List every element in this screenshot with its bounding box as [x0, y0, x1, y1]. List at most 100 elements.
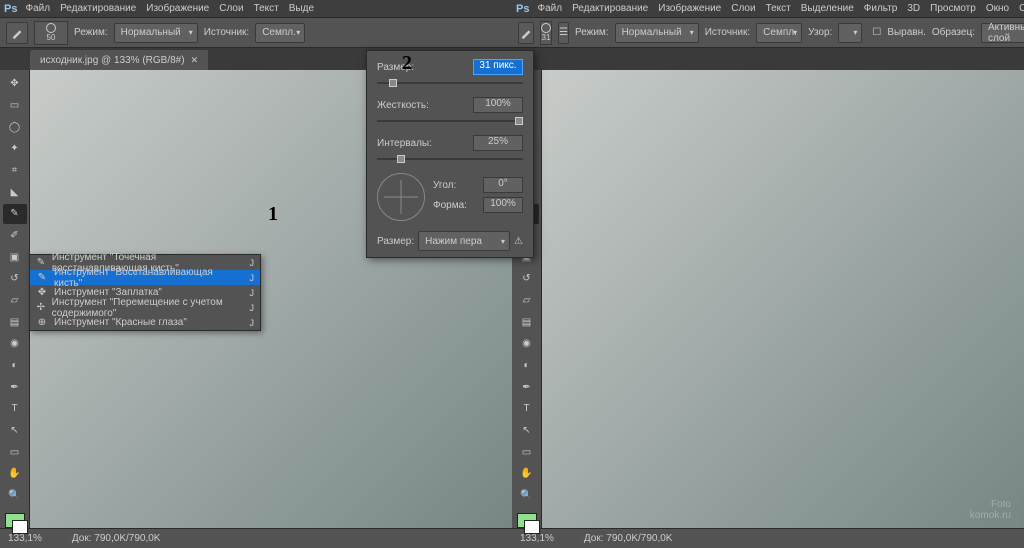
source-select[interactable]: Семпл.: [756, 23, 802, 43]
color-swatches[interactable]: [5, 513, 25, 528]
status-bar-right: 133,1% Док: 790,0K/790,0K: [512, 528, 1024, 548]
menu-image[interactable]: Изображение: [658, 3, 721, 14]
marquee-tool[interactable]: ▭: [3, 96, 27, 116]
path-tool[interactable]: ↖: [515, 421, 539, 441]
tab-title: исходник.jpg @ 133% (RGB/8#): [40, 55, 185, 66]
sample-label: Образец:: [932, 27, 975, 38]
hardness-slider[interactable]: [377, 117, 523, 125]
workspace-right: ✥ ▭ ◯ ✦ ⌗ ◣ ✎ ✐ ▣ ↺ ▱ ▤ ◉ ◐ ✒ T ↖ ▭ ✋ 🔍: [512, 70, 1024, 528]
angle-input[interactable]: 0°: [483, 177, 523, 193]
flyout-content-aware-move[interactable]: ✢Инструмент "Перемещение с учетом содерж…: [30, 300, 260, 315]
type-tool[interactable]: T: [515, 399, 539, 419]
eraser-tool[interactable]: ▱: [515, 291, 539, 311]
menubar-left: Ps Файл Редактирование Изображение Слои …: [0, 0, 512, 18]
tool-column: ✥ ▭ ◯ ✦ ⌗ ◣ ✎ ✐ ▣ ↺ ▱ ▤ ◉ ◐ ✒ T ↖ ▭ ✋ 🔍: [0, 70, 30, 528]
lasso-tool[interactable]: ◯: [3, 117, 27, 137]
options-bar-left: 50 Режим: Нормальный Источник: Семпл.: [0, 18, 512, 48]
size-input[interactable]: 31 пикс.: [473, 59, 523, 75]
menu-text[interactable]: Текст: [766, 3, 791, 14]
close-icon[interactable]: ✕: [191, 55, 199, 66]
menu-help[interactable]: Справка: [1019, 3, 1024, 14]
eraser-tool[interactable]: ▱: [3, 291, 27, 311]
menu-layers[interactable]: Слои: [731, 3, 755, 14]
move-tool[interactable]: ✥: [3, 74, 27, 94]
gradient-tool[interactable]: ▤: [515, 312, 539, 332]
type-tool[interactable]: T: [3, 399, 27, 419]
pen-tool[interactable]: ✒: [3, 377, 27, 397]
app-logo: Ps: [4, 3, 17, 15]
tool-preset-icon[interactable]: [518, 22, 534, 44]
pen-tool[interactable]: ✒: [515, 377, 539, 397]
healing-flyout: ✎Инструмент "Точечная восстанавливающая …: [29, 254, 261, 331]
menubar-right: Ps Файл Редактирование Изображение Слои …: [512, 0, 1024, 18]
dodge-tool[interactable]: ◐: [3, 356, 27, 376]
roundness-input[interactable]: 100%: [483, 197, 523, 213]
hardness-input[interactable]: 100%: [473, 97, 523, 113]
doc-info: Док: 790,0K/790,0K: [584, 533, 673, 544]
hand-tool[interactable]: ✋: [515, 464, 539, 484]
path-tool[interactable]: ↖: [3, 421, 27, 441]
zoom-tool[interactable]: 🔍: [515, 486, 539, 506]
canvas-right[interactable]: [542, 70, 1024, 528]
color-swatches[interactable]: [517, 513, 537, 528]
dodge-tool[interactable]: ◐: [515, 356, 539, 376]
source-select[interactable]: Семпл.: [255, 23, 305, 43]
options-bar-right: 31 ☰ Режим: Нормальный Источник: Семпл. …: [512, 18, 1024, 48]
menu-filter[interactable]: Фильтр: [864, 3, 898, 14]
sample-select[interactable]: Активный слой: [981, 23, 1024, 43]
zoom-tool[interactable]: 🔍: [3, 486, 27, 506]
mode-select[interactable]: Нормальный: [114, 23, 198, 43]
menu-file[interactable]: Файл: [537, 3, 562, 14]
zoom-value[interactable]: 133,1%: [520, 533, 554, 544]
hardness-label: Жесткость:: [377, 100, 429, 111]
warning-icon: ⚠: [514, 236, 523, 247]
stamp-tool[interactable]: ▣: [3, 247, 27, 267]
menu-layers[interactable]: Слои: [219, 3, 243, 14]
history-brush-tool[interactable]: ↺: [515, 269, 539, 289]
angle-control[interactable]: [377, 173, 425, 221]
wand-tool[interactable]: ✦: [3, 139, 27, 159]
mode-label: Режим:: [74, 27, 108, 38]
roundness-label: Форма:: [433, 200, 467, 211]
document-tab[interactable]: исходник.jpg @ 133% (RGB/8#) ✕: [30, 50, 208, 70]
shape-tool[interactable]: ▭: [3, 442, 27, 462]
tool-preset-icon[interactable]: [6, 22, 28, 44]
history-brush-tool[interactable]: ↺: [3, 269, 27, 289]
menu-edit[interactable]: Редактирование: [572, 3, 648, 14]
shape-tool[interactable]: ▭: [515, 442, 539, 462]
brush-preset-picker[interactable]: 50: [34, 21, 68, 45]
brush-panel-toggle-icon[interactable]: ☰: [558, 22, 569, 44]
align-checkbox-label[interactable]: Выравн.: [887, 27, 926, 38]
hand-tool[interactable]: ✋: [3, 464, 27, 484]
size-slider[interactable]: [377, 79, 523, 87]
spacing-input[interactable]: 25%: [473, 135, 523, 151]
source-label: Источник:: [705, 27, 750, 38]
menu-window[interactable]: Окно: [986, 3, 1009, 14]
pen-pressure-select[interactable]: Нажим пера: [418, 231, 510, 251]
crop-tool[interactable]: ⌗: [3, 161, 27, 181]
pattern-select[interactable]: [838, 23, 862, 43]
menu-3d[interactable]: 3D: [907, 3, 920, 14]
menu-edit[interactable]: Редактирование: [60, 3, 136, 14]
zoom-value[interactable]: 133,1%: [8, 533, 42, 544]
menu-select[interactable]: Выделение: [801, 3, 854, 14]
eyedropper-tool[interactable]: ◣: [3, 182, 27, 202]
menu-text[interactable]: Текст: [254, 3, 279, 14]
spacing-label: Интервалы:: [377, 138, 432, 149]
tabbar: [512, 48, 1024, 70]
healing-tool[interactable]: ✎: [3, 204, 27, 224]
brush-preset-picker[interactable]: 31: [540, 21, 552, 45]
blur-tool[interactable]: ◉: [3, 334, 27, 354]
gradient-tool[interactable]: ▤: [3, 312, 27, 332]
brush-tool[interactable]: ✐: [3, 226, 27, 246]
menu-view[interactable]: Просмотр: [930, 3, 976, 14]
menu-select[interactable]: Выде: [289, 3, 314, 14]
menu-image[interactable]: Изображение: [146, 3, 209, 14]
blur-tool[interactable]: ◉: [515, 334, 539, 354]
angle-label: Угол:: [433, 180, 456, 191]
mode-select[interactable]: Нормальный: [615, 23, 699, 43]
footer-size-label: Размер:: [377, 236, 414, 247]
spacing-slider[interactable]: [377, 155, 523, 163]
menu-file[interactable]: Файл: [25, 3, 50, 14]
flyout-healing-brush[interactable]: ✎Инструмент "Восстанавливающая кисть"J: [30, 270, 260, 285]
